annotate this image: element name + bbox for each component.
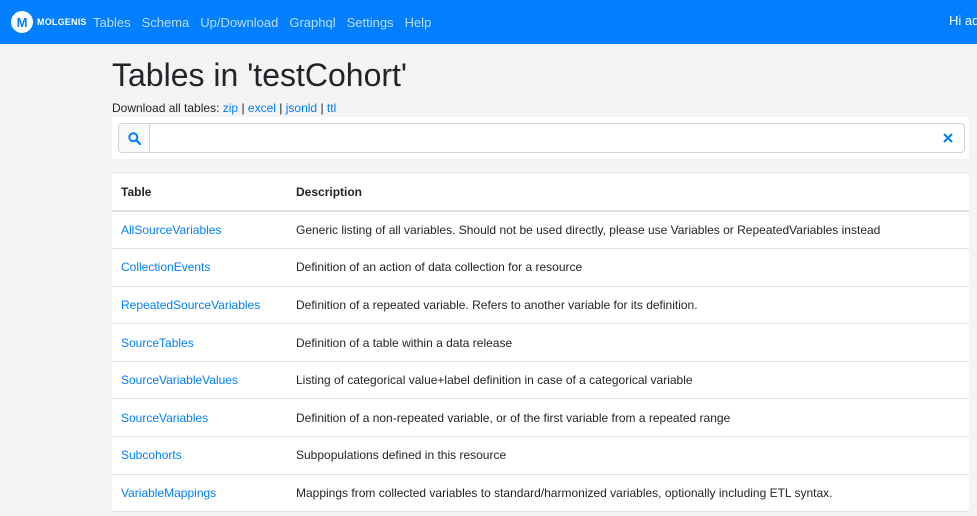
download-excel-link[interactable]: excel <box>248 101 276 115</box>
nav-item-settings[interactable]: Settings <box>347 15 394 30</box>
page-title: Tables in 'testCohort' <box>112 57 408 93</box>
column-header-description: Description <box>287 173 969 212</box>
nav-menu: Tables Schema Up/Download Graphql Settin… <box>93 0 442 44</box>
table-description: Generic listing of all variables. Should… <box>287 211 969 250</box>
separator: | <box>320 101 324 115</box>
table-link[interactable]: Subcohorts <box>112 436 287 475</box>
nav-item-graphql[interactable]: Graphql <box>289 15 335 30</box>
table-description: Definition of a repeated variable. Refer… <box>287 286 969 325</box>
download-label: Download all tables: <box>112 101 220 115</box>
separator: | <box>279 101 283 115</box>
table-description: Subpopulations defined in this resource <box>287 436 969 475</box>
nav-item-help[interactable]: Help <box>405 15 432 30</box>
table-row: Subcohorts Subpopulations defined in thi… <box>112 436 969 475</box>
table-link[interactable]: SourceTables <box>112 323 287 362</box>
search-bar <box>112 117 969 159</box>
table-link[interactable]: SourceVariables <box>112 398 287 438</box>
close-icon[interactable] <box>932 124 964 152</box>
separator: | <box>241 101 245 115</box>
table-row: SourceTables Definition of a table withi… <box>112 323 969 362</box>
table-description: Definition of an action of data collecti… <box>287 248 969 287</box>
download-zip-link[interactable]: zip <box>223 101 238 115</box>
table-row: CollectionEvents Definition of an action… <box>112 248 969 287</box>
brand-logo[interactable]: M MOLGENIS <box>11 10 87 34</box>
table-row: VariableMappings Mappings from collected… <box>112 474 969 513</box>
search-icon <box>119 124 150 152</box>
column-header-table: Table <box>112 173 287 212</box>
table-header-row: Table Description <box>112 173 969 212</box>
download-all-tables: Download all tables: zip | excel | jsonl… <box>112 101 336 115</box>
table-description: Mappings from collected variables to sta… <box>287 474 969 513</box>
table-row: AllSourceVariables Generic listing of al… <box>112 211 969 250</box>
table-description: Listing of categorical value+label defin… <box>287 361 969 400</box>
table-row: SourceVariables Definition of a non-repe… <box>112 398 969 438</box>
table-row: RepeatedSourceVariables Definition of a … <box>112 286 969 325</box>
table-link[interactable]: AllSourceVariables <box>112 211 287 250</box>
download-jsonld-link[interactable]: jsonld <box>286 101 317 115</box>
table-description: Definition of a table within a data rele… <box>287 323 969 362</box>
table-description: Definition of a non-repeated variable, o… <box>287 398 969 438</box>
user-greeting[interactable]: Hi ad <box>949 0 977 44</box>
nav-item-tables[interactable]: Tables <box>93 15 131 30</box>
tables-table: Table Description AllSourceVariables Gen… <box>112 172 969 513</box>
table-link[interactable]: CollectionEvents <box>112 248 287 287</box>
molgenis-logo-icon: M <box>11 11 33 33</box>
nav-item-up-download[interactable]: Up/Download <box>200 15 278 30</box>
table-link[interactable]: VariableMappings <box>112 474 287 513</box>
download-ttl-link[interactable]: ttl <box>327 101 336 115</box>
brand-name: MOLGENIS <box>37 17 87 27</box>
table-link[interactable]: RepeatedSourceVariables <box>112 286 287 325</box>
nav-item-schema[interactable]: Schema <box>142 15 190 30</box>
table-row: SourceVariableValues Listing of categori… <box>112 361 969 400</box>
table-link[interactable]: SourceVariableValues <box>112 361 287 400</box>
navbar: M MOLGENIS Tables Schema Up/Download Gra… <box>0 0 977 44</box>
search-input[interactable] <box>150 124 932 152</box>
search-box <box>118 123 965 153</box>
